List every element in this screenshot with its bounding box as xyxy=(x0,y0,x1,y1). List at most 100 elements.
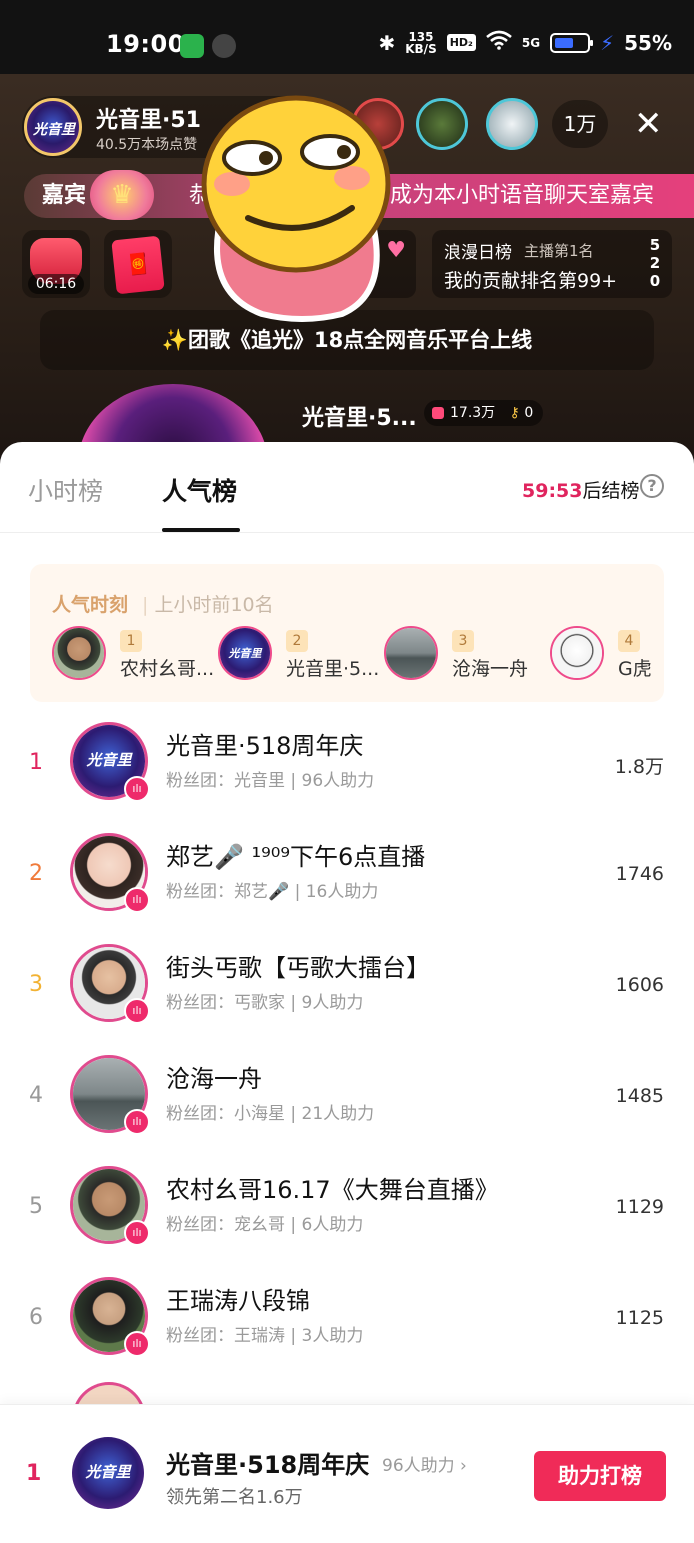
rank-countdown: 59:53后结榜 xyxy=(522,476,640,503)
heart-mic-icon: ♥ xyxy=(386,238,406,263)
live-indicator-icon: ılı xyxy=(124,1109,150,1135)
moment-subtitle: | 上小时前10名 xyxy=(142,594,274,616)
mic-keys: 0 xyxy=(524,405,534,421)
rank-number: 3 xyxy=(29,972,43,997)
moment-item[interactable]: 3 沧海一舟 xyxy=(384,626,534,682)
bluetooth-icon: ✱ xyxy=(378,30,396,55)
audience-avatar-3[interactable] xyxy=(486,98,538,150)
moment-rank-badge: 3 xyxy=(452,630,474,652)
moment-avatar xyxy=(384,626,438,680)
crown-icon: ♛ xyxy=(90,170,154,220)
moment-item[interactable]: 4 G虎 xyxy=(550,626,664,682)
rank-name: 郑艺🎤 ¹⁹⁰⁹下午6点直播 xyxy=(166,843,426,871)
moment-name: 光音里·5... xyxy=(286,658,380,680)
rank-row[interactable]: 1 光音里 ılı 光音里·518周年庆 粉丝团：光音里 | 96人助力 1.8… xyxy=(0,714,694,824)
daily-rank-card[interactable]: 浪漫日榜 主播第1名 我的贡献排名第99+ 5 2 0 xyxy=(432,230,672,298)
host-avatar[interactable]: 光音里 xyxy=(24,98,82,156)
rank-score: 1485 xyxy=(615,1085,664,1107)
live-indicator-icon: ılı xyxy=(124,998,150,1024)
boost-rank-button[interactable]: 助力打榜 xyxy=(534,1451,666,1501)
rank-row[interactable]: 2 ılı 郑艺🎤 ¹⁹⁰⁹下午6点直播 粉丝团：郑艺🎤 | 16人助力 174… xyxy=(0,825,694,935)
my-rank-helpers[interactable]: 96人助力 › xyxy=(382,1451,467,1476)
moment-rank-badge: 1 xyxy=(120,630,142,652)
rank-score: 1129 xyxy=(615,1196,664,1218)
rank-row[interactable]: 6 ılı 王瑞涛八段锦 粉丝团：王瑞涛 | 3人助力 1125 xyxy=(0,1269,694,1379)
daily-rank-title: 浪漫日榜 xyxy=(444,243,512,263)
audience-avatar-2[interactable] xyxy=(416,98,468,150)
moment-item[interactable]: 1 农村幺哥... xyxy=(52,626,214,682)
lucky-bag[interactable]: 06:16 xyxy=(22,230,90,298)
ranking-sheet: 小时榜 人气榜 59:53后结榜 ? 人气时刻 | 上小时前10名 1 农村幺哥… xyxy=(0,442,694,1543)
moment-avatar: 光音里 xyxy=(218,626,272,680)
popularity-moment-card: 人气时刻 | 上小时前10名 1 农村幺哥... 光音里 2 光音里·5... … xyxy=(30,564,664,702)
help-icon[interactable]: ? xyxy=(640,474,664,498)
marquee-prefix: 嘉宾 xyxy=(42,183,87,208)
my-rank-bar: 1 光音里 光音里·518周年庆 96人助力 › 领先第二名1.6万 助力打榜 xyxy=(0,1404,694,1543)
rank-number: 4 xyxy=(29,1083,43,1108)
my-rank-name: 光音里·518周年庆 xyxy=(166,1451,370,1479)
rank-number: 5 xyxy=(29,1194,43,1219)
rank-score: 1125 xyxy=(615,1307,664,1329)
rank-row[interactable]: 5 ılı 农村幺哥16.17《大舞台直播》 粉丝团：宠幺哥 | 6人助力 11… xyxy=(0,1158,694,1268)
charging-icon: ⚡ xyxy=(600,30,615,55)
hd-icon: HD₂ xyxy=(446,34,476,51)
cell-signal-icon: 5G xyxy=(521,35,541,50)
countdown-time: 59:53 xyxy=(522,480,583,502)
room-notice[interactable]: ✨团歌《追光》18点全网音乐平台上线 xyxy=(40,310,654,370)
rank-fan-club: 粉丝团：郑艺🎤 | 16人助力 xyxy=(166,882,379,902)
red-envelope-icon xyxy=(111,235,165,295)
my-contribution-rank: 我的贡献排名第99+ xyxy=(444,270,618,292)
status-icons: ✱ 135 KB/S HD₂ 5G ⚡ 55% xyxy=(378,30,672,55)
host-likes: 40.5万本场点赞 xyxy=(96,137,198,153)
my-rank-avatar[interactable]: 光音里 xyxy=(72,1437,144,1509)
viewer-count[interactable]: 1万 xyxy=(552,100,608,148)
live-indicator-icon: ılı xyxy=(124,1331,150,1357)
rank-row[interactable]: 4 ılı 沧海一舟 粉丝团：小海星 | 21人助力 1485 xyxy=(0,1047,694,1157)
marquee-suffix: 成为本小时语音聊天室嘉宾 xyxy=(390,183,655,208)
rank-score: 1746 xyxy=(615,863,664,885)
rank-number: 6 xyxy=(29,1305,43,1330)
moment-rank-badge: 2 xyxy=(286,630,308,652)
rank-name: 农村幺哥16.17《大舞台直播》 xyxy=(166,1176,499,1204)
wifi-icon xyxy=(486,30,512,55)
divider xyxy=(0,532,694,533)
mic-seat-name: 光音里·5... xyxy=(302,406,417,431)
net-speed: 135 KB/S xyxy=(405,31,436,55)
rank-name: 街头丐歌【丐歌大擂台】 xyxy=(166,954,430,982)
moment-item[interactable]: 光音里 2 光音里·5... xyxy=(218,626,379,682)
rank-number: 1 xyxy=(29,750,43,775)
countdown-suffix: 后结榜 xyxy=(582,480,640,502)
close-icon[interactable]: ✕ xyxy=(634,104,663,144)
rank-fan-club: 粉丝团：小海星 | 21人助力 xyxy=(166,1104,375,1124)
moment-title: 人气时刻 xyxy=(52,594,129,616)
key-icon: ⚷ xyxy=(509,405,520,421)
rank-fan-club: 粉丝团：丐歌家 | 9人助力 xyxy=(166,993,364,1013)
marquee-mid: 恭 xyxy=(189,183,212,208)
gift-timer: 06:16 xyxy=(28,274,84,294)
app-notification-icon-2 xyxy=(212,34,236,58)
mic-popularity: 17.3万 xyxy=(450,405,496,421)
moment-name: 沧海一舟 xyxy=(452,658,529,680)
moment-rank-badge: 4 xyxy=(618,630,640,652)
clock: 19:00 xyxy=(106,30,185,58)
rank-name: 光音里·518周年庆 xyxy=(166,732,364,760)
moment-name: 农村幺哥... xyxy=(120,658,215,680)
app-notification-icon xyxy=(180,34,204,58)
audience-avatar-1[interactable] xyxy=(352,98,404,150)
red-envelope[interactable] xyxy=(104,230,172,298)
tab-popularity-rank[interactable]: 人气榜 xyxy=(162,472,237,508)
status-bar: 19:00 ✱ 135 KB/S HD₂ 5G ⚡ 55% xyxy=(0,0,694,74)
daily-rank-subtitle: 主播第1名 xyxy=(524,242,594,260)
tab-hourly-rank[interactable]: 小时榜 xyxy=(28,472,103,508)
song-request-count: 已点唱4首 xyxy=(292,271,371,291)
rank-number: 2 xyxy=(29,861,43,886)
rank-row[interactable]: 3 ılı 街头丐歌【丐歌大擂台】 粉丝团：丐歌家 | 9人助力 1606 xyxy=(0,936,694,1046)
rank-name: 王瑞涛八段锦 xyxy=(166,1287,310,1315)
song-request-title: 你点我唱 xyxy=(292,242,357,261)
battery-percent: 55% xyxy=(624,30,672,55)
rank-fan-club: 粉丝团：宠幺哥 | 6人助力 xyxy=(166,1215,364,1235)
song-request-card[interactable]: 你点我唱 ♥ 已点唱4首 xyxy=(282,230,416,298)
rank-name: 沧海一舟 xyxy=(166,1065,262,1093)
side-digit: 0 xyxy=(649,272,661,290)
moment-name: G虎 xyxy=(618,658,652,680)
